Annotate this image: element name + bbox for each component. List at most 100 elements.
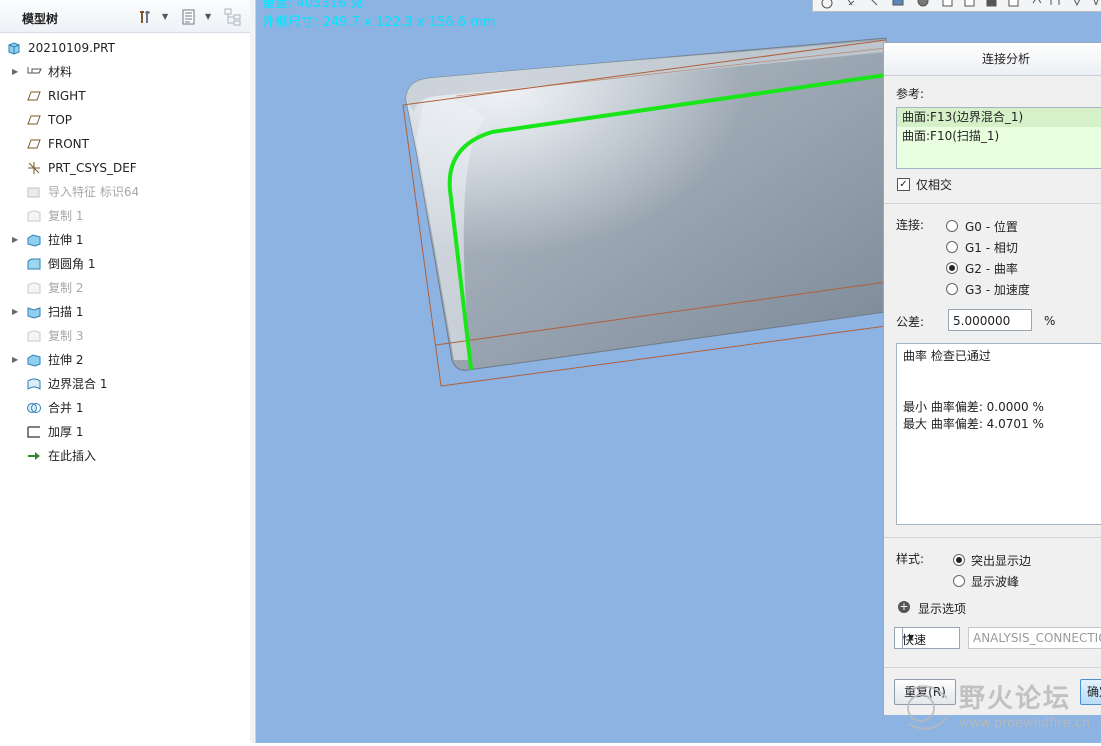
watermark-title: 野火论坛 xyxy=(959,684,1072,714)
model-tree-list: 20210109.PRT ▶ 材料 RIGHT TOP FRONT PRT_CSYS_DE… xyxy=(0,36,250,468)
tree-item-label: TOP xyxy=(48,113,73,127)
part-icon xyxy=(6,41,22,55)
tree-item-label: 复制 1 xyxy=(48,209,84,223)
extrude-icon xyxy=(26,233,42,247)
tree-item-label: 合并 1 xyxy=(48,401,84,415)
merge-icon xyxy=(26,401,42,415)
highlight-edge-radio[interactable] xyxy=(953,554,965,566)
expand-arrow-icon[interactable]: ▶ xyxy=(12,348,22,372)
expand-arrow-icon[interactable]: ▶ xyxy=(12,228,22,252)
reference-list[interactable]: 曲面:F13(边界混合_1) 曲面:F10(扫描_1) xyxy=(896,107,1101,169)
tree-item[interactable]: 复制 1 xyxy=(0,204,250,228)
tree-item[interactable]: PRT_CSYS_DEF xyxy=(0,156,250,180)
g0-label: G0 - 位置 xyxy=(965,220,1018,234)
tree-item[interactable]: 合并 1 xyxy=(0,396,250,420)
g1-radio[interactable] xyxy=(946,241,958,253)
dialog-title: 连接分析 xyxy=(884,43,1101,76)
separator xyxy=(884,667,1101,668)
expand-options-icon[interactable]: + xyxy=(898,601,910,613)
copy-surface-icon xyxy=(26,281,42,295)
g3-label: G3 - 加速度 xyxy=(965,283,1030,297)
tolerance-label: 公差: xyxy=(896,315,925,329)
result-status: 曲率 检查已通过 xyxy=(903,349,991,363)
tree-item-label: 扫描 1 xyxy=(48,305,84,319)
result-panel: 曲率 检查已通过 最小 曲率偏差: 0.0000 % 最大 曲率偏差: 4.07… xyxy=(896,343,1101,525)
intersect-only-checkbox[interactable]: ✓ xyxy=(897,178,910,191)
tree-item-label: 在此插入 xyxy=(48,449,97,463)
tree-item[interactable]: RIGHT xyxy=(0,84,250,108)
model-tree-title: 模型树 xyxy=(22,12,59,26)
display-options-label[interactable]: 显示选项 xyxy=(918,600,966,617)
tree-item[interactable]: 边界混合 1 xyxy=(0,372,250,396)
connection-label: 连接: xyxy=(896,218,925,232)
show-peaks-label: 显示波峰 xyxy=(971,575,1020,589)
tree-filter-icon[interactable] xyxy=(224,8,242,26)
g0-radio[interactable] xyxy=(946,220,958,232)
reference-item[interactable]: 曲面:F13(边界混合_1) xyxy=(897,108,1101,127)
import-feature-icon xyxy=(26,185,42,199)
tree-item-label: RIGHT xyxy=(48,89,86,103)
tree-item[interactable]: TOP xyxy=(0,108,250,132)
tree-item[interactable]: FRONT xyxy=(0,132,250,156)
result-min-deviation: 最小 曲率偏差: 0.0000 % xyxy=(903,400,1044,414)
reference-label: 参考: xyxy=(896,87,925,101)
tools-icon[interactable] xyxy=(136,8,154,26)
copy-surface-icon xyxy=(26,209,42,223)
chevron-down-icon[interactable]: ▼ xyxy=(902,628,919,648)
tree-item[interactable]: 加厚 1 xyxy=(0,420,250,444)
csys-icon xyxy=(26,161,42,175)
round-icon xyxy=(26,257,42,271)
tree-item[interactable]: 倒圆角 1 xyxy=(0,252,250,276)
insert-here-arrow-icon xyxy=(26,449,42,463)
g3-radio[interactable] xyxy=(946,283,958,295)
g1-label: G1 - 相切 xyxy=(965,241,1018,255)
reference-item[interactable]: 曲面:F10(扫描_1) xyxy=(897,127,1101,146)
show-list-icon[interactable] xyxy=(180,8,198,26)
thicken-icon xyxy=(26,425,42,439)
tree-item-label: 导入特征 标识64 xyxy=(48,185,140,199)
g2-label: G2 - 曲率 xyxy=(965,262,1018,276)
expand-arrow-icon[interactable]: ▶ xyxy=(12,60,22,84)
tree-item-label: 材料 xyxy=(48,65,73,79)
tree-item[interactable]: ▶ 扫描 1 xyxy=(0,300,250,324)
expand-arrow-icon[interactable]: ▶ xyxy=(12,300,22,324)
tree-item[interactable]: 复制 2 xyxy=(0,276,250,300)
settings-dropdown-icon[interactable]: ▼ xyxy=(205,12,211,21)
mode-select[interactable]: 快速 ▼ xyxy=(894,627,960,649)
tree-item[interactable]: ▶ 拉伸 1 xyxy=(0,228,250,252)
result-max-deviation: 最大 曲率偏差: 4.0701 % xyxy=(903,417,1044,431)
tree-scrollbar[interactable] xyxy=(250,0,255,743)
separator xyxy=(884,537,1101,538)
tree-item-label: FRONT xyxy=(48,137,89,151)
tools-dropdown-icon[interactable]: ▼ xyxy=(162,12,168,21)
tree-item[interactable]: ▶ 拉伸 2 xyxy=(0,348,250,372)
tree-item[interactable]: 在此插入 xyxy=(0,444,250,468)
separator xyxy=(884,203,1101,204)
show-peaks-radio[interactable] xyxy=(953,575,965,587)
style-label: 样式: xyxy=(896,552,925,566)
tree-item-label: 倒圆角 1 xyxy=(48,257,96,271)
tree-item-label: 拉伸 2 xyxy=(48,353,84,367)
datum-plane-icon xyxy=(26,137,42,151)
tree-item[interactable]: 导入特征 标识64 xyxy=(0,180,250,204)
tolerance-input[interactable]: 5.000000 xyxy=(948,309,1032,331)
extrude-icon xyxy=(26,353,42,367)
analysis-name-field[interactable]: ANALYSIS_CONNECTION_1 xyxy=(968,627,1101,649)
material-icon xyxy=(26,65,42,79)
tree-item-label: 边界混合 1 xyxy=(48,377,108,391)
forum-watermark: 野火论坛 www.proewildfire.cn xyxy=(893,672,1101,743)
sweep-icon xyxy=(26,305,42,319)
watermark-url: www.proewildfire.cn xyxy=(959,716,1090,731)
copy-surface-icon xyxy=(26,329,42,343)
tree-item[interactable]: ▶ 材料 xyxy=(0,60,250,84)
tree-item-label: 复制 2 xyxy=(48,281,84,295)
g2-radio[interactable] xyxy=(946,262,958,274)
highlight-edge-label: 突出显示边 xyxy=(971,554,1032,568)
connection-analysis-dialog: 连接分析 参考: 曲面:F13(边界混合_1) 曲面:F10(扫描_1) ✓ 仅… xyxy=(883,42,1101,715)
tree-root-part[interactable]: 20210109.PRT xyxy=(0,36,250,60)
boundary-blend-icon xyxy=(26,377,42,391)
model-tree-header: 模型树 ▼ ▼ xyxy=(0,0,255,33)
datum-plane-icon xyxy=(26,113,42,127)
tree-item[interactable]: 复制 3 xyxy=(0,324,250,348)
tolerance-unit: % xyxy=(1044,314,1056,328)
